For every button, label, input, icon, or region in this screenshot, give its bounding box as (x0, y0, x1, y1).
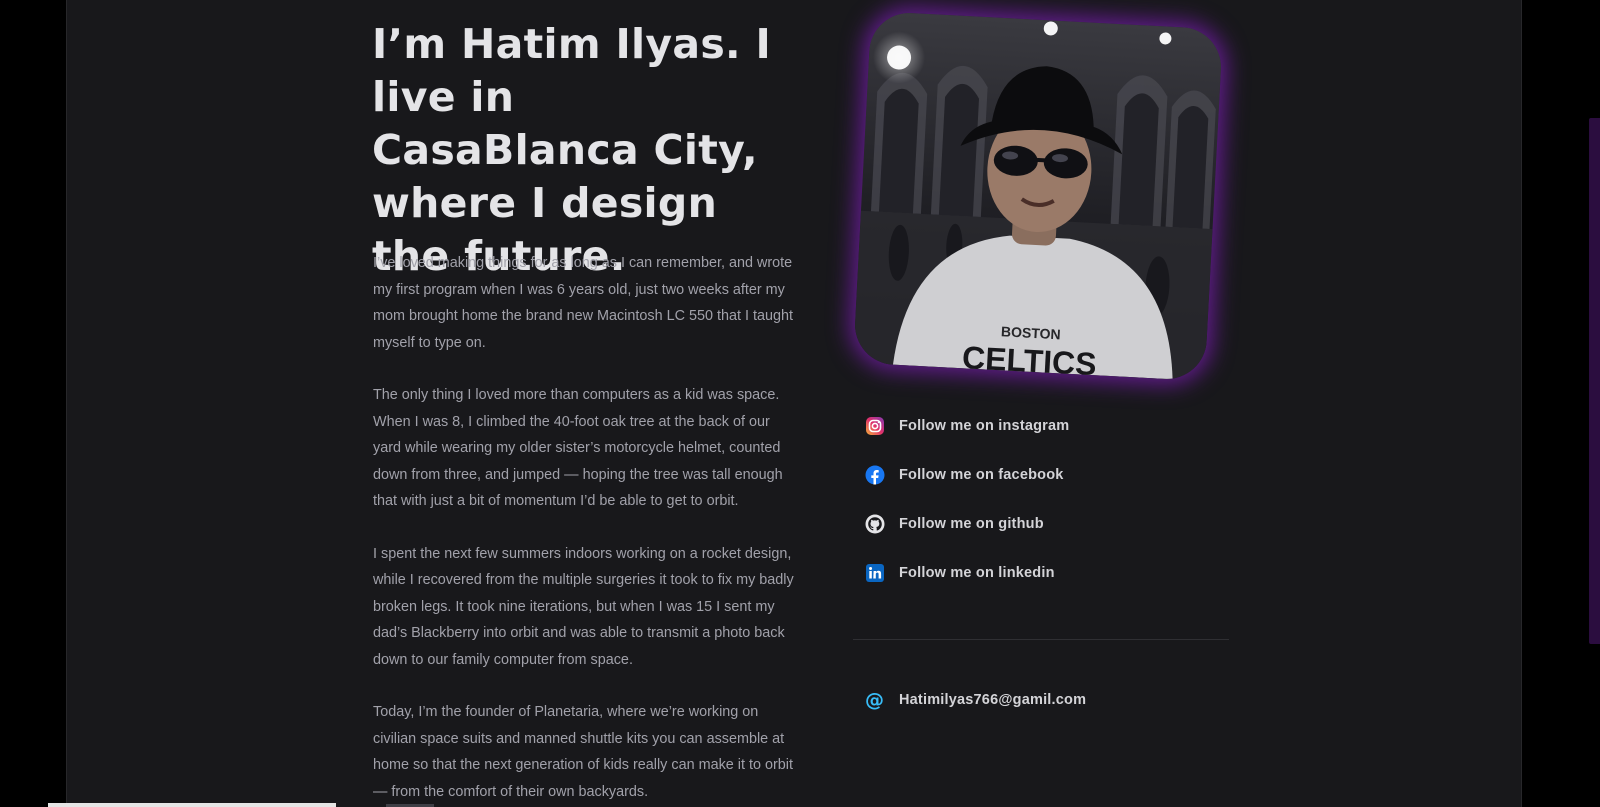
social-link-github[interactable]: Follow me on github (865, 512, 1225, 536)
bottom-bar (48, 803, 336, 807)
social-link-label: Follow me on facebook (899, 467, 1064, 483)
social-link-linkedin[interactable]: Follow me on linkedin (865, 561, 1225, 585)
divider (853, 639, 1229, 640)
bio-paragraph: Today, I’m the founder of Planetaria, wh… (373, 704, 793, 800)
social-link-instagram[interactable]: Follow me on instagram (865, 414, 1225, 438)
email-link[interactable]: @ Hatimilyas766@gamil.com (865, 690, 1086, 710)
bio-paragraph: I spent the next few summers indoors wor… (373, 545, 794, 668)
instagram-icon (865, 416, 885, 436)
page-headline: I’m Hatim Ilyas. I live in CasaBlanca Ci… (372, 20, 772, 280)
social-link-label: Follow me on instagram (899, 418, 1070, 434)
social-links: Follow me on instagram Follow me on face… (865, 414, 1225, 610)
bio-paragraph: I’ve loved making things for as long as … (373, 255, 793, 351)
at-sign-icon: @ (865, 689, 884, 711)
social-link-label: Follow me on github (899, 516, 1044, 532)
social-link-facebook[interactable]: Follow me on facebook (865, 463, 1225, 487)
social-link-label: Follow me on linkedin (899, 565, 1055, 581)
scrollbar[interactable] (1589, 118, 1600, 644)
linkedin-icon (865, 563, 885, 583)
profile-portrait: BOSTON CELTICS (853, 11, 1223, 381)
portrait-image: BOSTON CELTICS (853, 11, 1223, 381)
shirt-text: BOSTON (1001, 323, 1061, 342)
github-icon (865, 514, 885, 534)
bio-section: I’ve loved making things for as long as … (373, 250, 798, 807)
email-address: Hatimilyas766@gamil.com (899, 692, 1087, 708)
facebook-icon (865, 465, 885, 485)
bio-paragraph: The only thing I loved more than compute… (373, 387, 783, 509)
